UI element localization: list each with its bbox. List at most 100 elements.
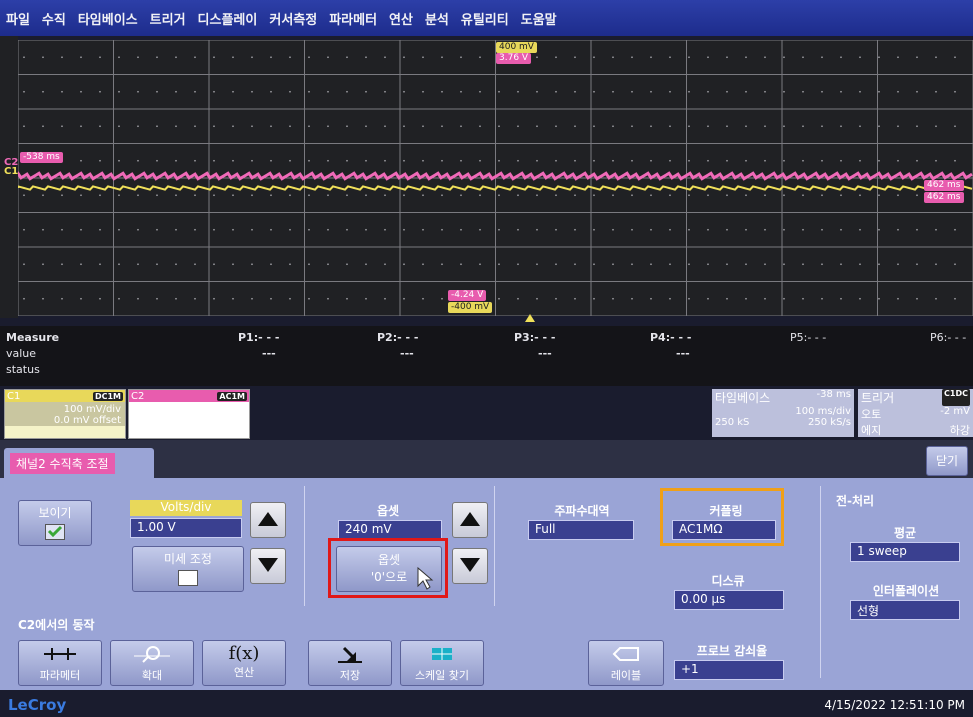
grid-dot [517, 297, 519, 300]
grid-dot [574, 125, 576, 128]
show-label: 보이기 [38, 506, 72, 520]
channel-2-descriptor[interactable]: C2 AC1M [128, 389, 250, 439]
menu-timebase[interactable]: 타임베이스 [78, 9, 138, 28]
math-button[interactable]: f(x) 연산 [202, 640, 286, 686]
parameters-button[interactable]: 파라메터 [18, 640, 102, 686]
grid-dot [916, 90, 918, 93]
waveform-grid[interactable]: 400 mV 3.76 V -538 ms 462 ms 462 ms -4.2… [18, 40, 973, 316]
grid-dot [517, 194, 519, 197]
status-bar: LeCroy 4/15/2022 12:51:10 PM [0, 690, 973, 717]
grid-dot [897, 228, 899, 231]
channel-1-coupling-badge: DC1M [92, 391, 123, 401]
channel-1-descriptor[interactable]: C1 DC1M 100 mV/div 0.0 mV offset [4, 389, 126, 439]
volts-div-down-button[interactable] [250, 548, 286, 584]
trigger-level: -2 mV [940, 406, 970, 417]
grid-dot [422, 159, 424, 162]
fine-adjust-checkbox[interactable] [178, 570, 198, 586]
marker-bottom-2: -400 mV [448, 302, 493, 313]
bandwidth-field[interactable]: Full [528, 520, 634, 540]
find-scale-button[interactable]: 스케일 찾기 [400, 640, 484, 686]
grid-dot [783, 125, 785, 128]
grid-dot [536, 194, 538, 197]
grid-dot [764, 125, 766, 128]
param-p3-value: --- [538, 347, 552, 360]
grid-dot [555, 125, 557, 128]
param-p6[interactable]: P6:- - - [930, 331, 966, 344]
grid-dot [137, 90, 139, 93]
grid-dot [327, 56, 329, 59]
grid-dot [593, 194, 595, 197]
grid-dot [764, 228, 766, 231]
grid-dot [536, 297, 538, 300]
menu-utilities[interactable]: 유틸리티 [461, 9, 509, 28]
grid-dot [783, 56, 785, 59]
grid-dot [745, 125, 747, 128]
label-button[interactable]: 레이블 [588, 640, 664, 686]
grid-dot [365, 228, 367, 231]
offset-down-button[interactable] [452, 548, 488, 584]
grid-dot [118, 228, 120, 231]
grid-dot [555, 228, 557, 231]
menu-analysis[interactable]: 분석 [425, 9, 449, 28]
menu-file[interactable]: 파일 [6, 9, 30, 28]
grid-dot [916, 159, 918, 162]
grid-dot [745, 228, 747, 231]
param-p2[interactable]: P2:- - - [377, 331, 418, 344]
grid-dot [650, 228, 652, 231]
volts-div-field[interactable]: 1.00 V [130, 518, 242, 538]
grid-dot [175, 90, 177, 93]
grid-dot [137, 56, 139, 59]
grid-dot [137, 194, 139, 197]
show-checkbox-button[interactable]: 보이기 [18, 500, 92, 546]
volts-div-up-button[interactable] [250, 502, 286, 538]
timebase-descriptor[interactable]: 타임베이스 -38 ms 100 ms/div 250 kS 250 kS/s [712, 389, 854, 437]
param-p4[interactable]: P4:- - - [650, 331, 691, 344]
show-checkbox[interactable] [45, 524, 65, 540]
offset-up-button[interactable] [452, 502, 488, 538]
menu-vertical[interactable]: 수직 [42, 9, 66, 28]
save-button[interactable]: 저장 [308, 640, 392, 686]
interpolation-field[interactable]: 선형 [850, 600, 960, 620]
grid-dot [669, 263, 671, 266]
grid-dot [878, 90, 880, 93]
grid-dot [327, 263, 329, 266]
menu-cursors[interactable]: 커서측정 [269, 9, 317, 28]
coupling-field[interactable]: AC1MΩ [672, 520, 776, 540]
bandwidth-label: 주파수대역 [554, 504, 610, 518]
grid-dot [802, 228, 804, 231]
probe-attenuation-field[interactable]: +1 [674, 660, 784, 680]
grid-dot [251, 263, 253, 266]
grid-dot [859, 90, 861, 93]
trigger-descriptor[interactable]: 트리거 C1DC 오토 -2 mV 에지 하강 [858, 389, 973, 437]
grid-dot [308, 56, 310, 59]
offset-field[interactable]: 240 mV [338, 520, 442, 540]
grid-dot [878, 159, 880, 162]
grid-dot [612, 194, 614, 197]
menu-help[interactable]: 도움말 [521, 9, 557, 28]
param-p3[interactable]: P3:- - - [514, 331, 555, 344]
menu-math[interactable]: 연산 [389, 9, 413, 28]
timebase-rate: 250 kS/s [808, 417, 851, 428]
marker-bottom-1: -4.24 V [448, 290, 487, 301]
grid-dot [251, 90, 253, 93]
grid-dot [574, 263, 576, 266]
fine-adjust-button[interactable]: 미세 조정 [132, 546, 244, 592]
average-field[interactable]: 1 sweep [850, 542, 960, 562]
grid-dot [707, 194, 709, 197]
menu-display[interactable]: 디스플레이 [198, 9, 258, 28]
grid-dot [118, 90, 120, 93]
grid-dot [840, 194, 842, 197]
preprocessing-label: 전-처리 [836, 494, 875, 508]
tab-channel2-vertical[interactable]: 채널2 수직축 조절 [4, 448, 154, 478]
param-p1[interactable]: P1:- - - [238, 331, 279, 344]
menu-parameters[interactable]: 파라메터 [329, 9, 377, 28]
deskew-field[interactable]: 0.00 µs [674, 590, 784, 610]
grid-dot [422, 228, 424, 231]
save-label: 저장 [339, 669, 361, 682]
zoom-button[interactable]: 확대 [110, 640, 194, 686]
grid-dot [916, 263, 918, 266]
close-button[interactable]: 닫기 [926, 446, 968, 476]
param-p5[interactable]: P5:- - - [790, 331, 826, 344]
menu-trigger[interactable]: 트리거 [150, 9, 186, 28]
grid-dot [574, 90, 576, 93]
